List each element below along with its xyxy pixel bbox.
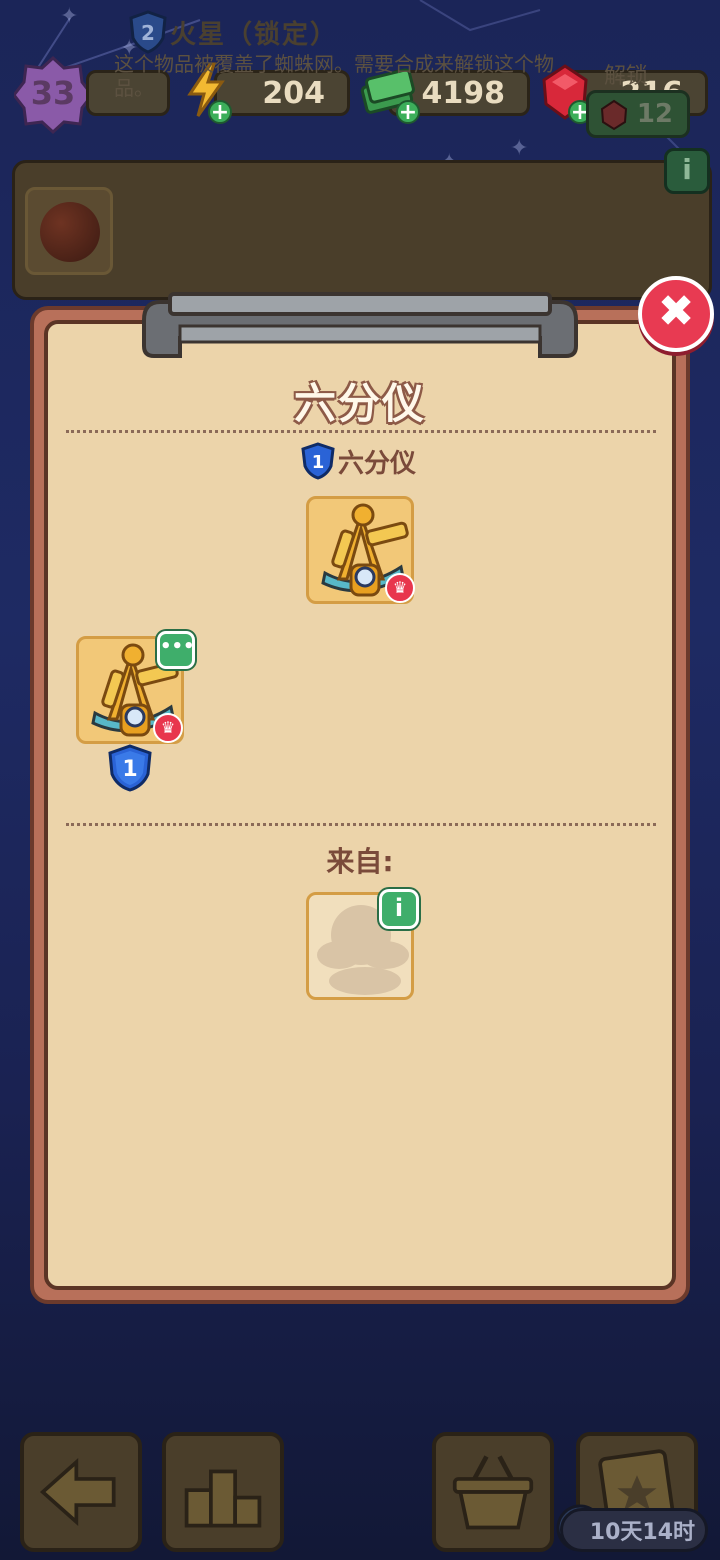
chain-level-text: 1 <box>312 452 325 473</box>
back-button[interactable] <box>20 1432 142 1552</box>
back-arrow-icon <box>39 1457 116 1527</box>
source-info-icon[interactable]: i <box>379 889 419 929</box>
item-info-description: 这个物品被覆盖了蜘蛛网。需要合成来解锁这个物品。 <box>114 52 554 100</box>
chain-name: 六分仪 <box>338 448 417 479</box>
item-thumbnail <box>25 187 113 275</box>
star-decoration: ✦ <box>510 136 529 161</box>
level-shield-icon: 2 <box>129 10 167 54</box>
clipboard-clip-icon <box>142 292 578 358</box>
shop-button[interactable] <box>432 1432 554 1552</box>
item-info-card <box>12 160 712 300</box>
mars-planet-icon <box>40 202 100 262</box>
divider <box>66 823 656 826</box>
chain-header: 1 六分仪 <box>300 442 416 480</box>
basket-icon <box>452 1455 534 1530</box>
info-icon[interactable]: i <box>664 148 710 194</box>
sextant-chain-tile[interactable]: ♛ <box>306 496 415 604</box>
max-level-crown-icon: ♛ <box>385 573 415 603</box>
leaderboard-button[interactable] <box>162 1432 284 1552</box>
source-label: 来自: <box>326 845 394 878</box>
event-timer: 10天14时 <box>560 1508 708 1552</box>
source-item-tile[interactable]: i <box>306 889 419 1000</box>
close-button[interactable]: ✖ <box>638 276 714 352</box>
level-shield-icon: 1 <box>301 442 335 480</box>
player-level: 33 <box>30 74 76 112</box>
unlock-button[interactable]: 12 <box>586 90 690 138</box>
sextant-item-tile[interactable]: ♛ ••• <box>76 631 195 744</box>
unlock-cost: 12 <box>636 99 673 129</box>
info-level-text: 2 <box>141 21 155 45</box>
item-level-text: 1 <box>122 757 137 782</box>
modal-title: 六分仪 <box>293 379 426 428</box>
ruby-gem-icon <box>600 99 628 131</box>
add-energy-icon[interactable]: + <box>208 100 232 124</box>
add-cash-icon[interactable]: + <box>396 100 420 124</box>
podium-icon <box>184 1469 262 1528</box>
item-info-title: 火星（锁定） <box>170 20 339 50</box>
more-options-icon[interactable]: ••• <box>157 631 195 669</box>
level-shield-icon: 1 <box>108 744 152 792</box>
divider <box>66 430 656 433</box>
unlock-label: 解锁 <box>604 64 649 89</box>
max-level-crown-icon: ♛ <box>153 713 183 743</box>
star-decoration: ✦ <box>60 4 79 29</box>
